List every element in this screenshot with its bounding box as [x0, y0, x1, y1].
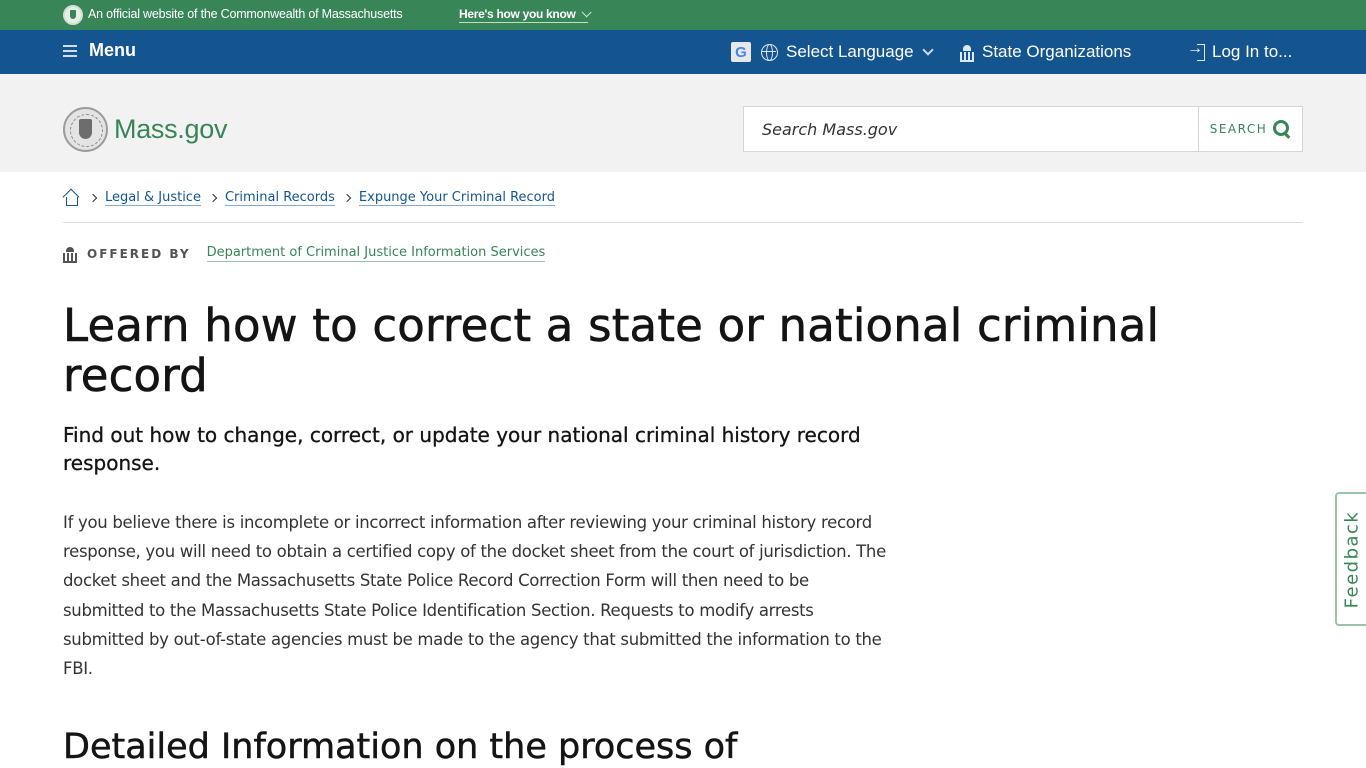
feedback-label: Feedback — [1341, 510, 1363, 609]
breadcrumb: Legal & Justice Criminal Records Expunge… — [63, 190, 555, 206]
chevron-right-icon — [208, 193, 218, 203]
section-heading: Detailed Information on the process of — [63, 727, 738, 768]
page-title: Learn how to correct a state or national… — [63, 299, 1160, 402]
google-translate-icon: G — [731, 42, 751, 62]
mass-gov-logo-link[interactable]: Mass.gov — [63, 107, 227, 152]
hamburger-icon — [63, 44, 77, 57]
heres-how-you-know-toggle[interactable]: Here's how you know — [459, 7, 592, 23]
search-input[interactable] — [744, 107, 1198, 151]
state-organizations-button[interactable]: State Organizations — [960, 42, 1131, 62]
menu-label: Menu — [89, 40, 136, 60]
home-icon[interactable] — [63, 190, 79, 206]
search-button[interactable]: SEARCH — [1198, 107, 1302, 151]
menu-button[interactable]: Menu — [63, 40, 136, 61]
search-form: SEARCH — [743, 106, 1303, 152]
chevron-down-icon — [581, 7, 592, 18]
capitol-building-icon — [960, 44, 974, 62]
breadcrumb-divider — [63, 222, 1303, 223]
select-language-label: Select Language — [786, 42, 914, 61]
site-header: Mass.gov SEARCH — [0, 74, 1366, 172]
breadcrumb-legal-justice[interactable]: Legal & Justice — [105, 190, 201, 206]
page-lede: Find out how to change, correct, or upda… — [63, 423, 861, 475]
feedback-tab[interactable]: Feedback — [1335, 492, 1366, 626]
sign-in-icon — [1187, 40, 1207, 61]
breadcrumb-expunge-record[interactable]: Expunge Your Criminal Record — [358, 190, 555, 206]
offered-by-label: OFFERED BY — [87, 246, 191, 261]
offered-by: OFFERED BY Department of Criminal Justic… — [63, 245, 546, 263]
official-website-text: An official website of the Commonwealth … — [88, 7, 403, 21]
log-in-label: Log In to... — [1212, 42, 1293, 61]
search-button-label: SEARCH — [1209, 122, 1268, 136]
chevron-right-icon — [342, 193, 352, 203]
log-in-button[interactable]: Log In to... — [1187, 40, 1293, 62]
official-banner: An official website of the Commonwealth … — [0, 0, 1366, 30]
state-organizations-label: State Organizations — [982, 42, 1132, 61]
heres-how-you-know-label: Here's how you know — [459, 7, 576, 21]
state-seal-icon — [63, 5, 83, 25]
main-nav: Menu G Select Language State Organizatio… — [0, 30, 1366, 74]
body-paragraph: If you believe there is incomplete or in… — [63, 513, 886, 679]
search-icon — [1273, 120, 1291, 138]
logo-text: Mass.gov — [114, 114, 228, 144]
offered-by-organization-link[interactable]: Department of Criminal Justice Informati… — [206, 245, 546, 262]
globe-icon — [761, 43, 778, 61]
chevron-down-icon — [921, 43, 934, 56]
chevron-right-icon — [88, 193, 98, 203]
massachusetts-seal-icon — [63, 107, 108, 152]
breadcrumb-criminal-records[interactable]: Criminal Records — [224, 190, 335, 206]
select-language-dropdown[interactable]: Select Language — [761, 42, 934, 62]
building-icon — [63, 246, 77, 263]
